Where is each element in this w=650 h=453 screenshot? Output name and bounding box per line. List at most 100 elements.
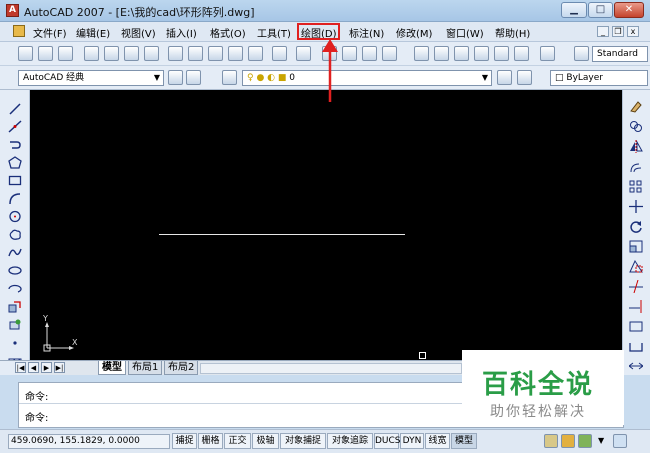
zoom-window-icon[interactable] bbox=[362, 46, 377, 61]
annotation-scale-icon[interactable] bbox=[544, 434, 558, 448]
spline-icon[interactable] bbox=[8, 246, 22, 259]
copy-object-icon[interactable] bbox=[629, 120, 643, 133]
menu-insert[interactable]: 插入(I) bbox=[166, 25, 197, 40]
doc-restore-button[interactable]: ❐ bbox=[612, 26, 624, 37]
stretch-icon[interactable] bbox=[629, 260, 643, 273]
break-icon[interactable] bbox=[629, 320, 643, 333]
drawing-canvas[interactable]: Y X bbox=[30, 90, 622, 360]
revision-cloud-icon[interactable] bbox=[8, 228, 22, 241]
line-tool-icon[interactable] bbox=[8, 102, 22, 115]
minimize-button[interactable]: ▁ bbox=[561, 2, 587, 18]
autocad-app-icon[interactable]: A bbox=[6, 4, 19, 17]
chamfer-icon[interactable] bbox=[629, 360, 643, 373]
make-object-layer-current-icon[interactable] bbox=[497, 70, 512, 85]
markup-icon[interactable] bbox=[494, 46, 509, 61]
tab-model[interactable]: 模型 bbox=[98, 361, 126, 375]
model-space-toggle[interactable]: 模型 bbox=[451, 433, 477, 449]
copy-icon[interactable] bbox=[188, 46, 203, 61]
properties-icon[interactable] bbox=[414, 46, 429, 61]
extend-icon[interactable] bbox=[629, 300, 643, 313]
paste-icon[interactable] bbox=[208, 46, 223, 61]
document-menu-icon[interactable] bbox=[13, 25, 25, 37]
tab-layout2[interactable]: 布局2 bbox=[164, 361, 199, 375]
rectangle-icon[interactable] bbox=[8, 174, 22, 187]
polygon-icon[interactable] bbox=[8, 156, 22, 169]
layer-previous-icon[interactable] bbox=[517, 70, 532, 85]
redo-icon[interactable] bbox=[296, 46, 311, 61]
communication-center-icon[interactable] bbox=[578, 434, 592, 448]
close-button[interactable]: ✕ bbox=[614, 2, 644, 18]
plot-icon[interactable] bbox=[84, 46, 99, 61]
tool-palettes-icon[interactable] bbox=[454, 46, 469, 61]
dyn-toggle[interactable]: DYN bbox=[400, 433, 424, 449]
erase-icon[interactable] bbox=[629, 100, 643, 113]
color-control-select[interactable]: □ ByLayer bbox=[550, 70, 648, 86]
layer-properties-icon[interactable] bbox=[222, 70, 237, 85]
ellipse-arc-icon[interactable] bbox=[8, 282, 22, 295]
horizontal-scrollbar[interactable] bbox=[200, 363, 462, 374]
cut-icon[interactable] bbox=[168, 46, 183, 61]
publish-icon[interactable] bbox=[124, 46, 139, 61]
workspace-settings-icon[interactable] bbox=[168, 70, 183, 85]
insert-block-icon[interactable] bbox=[8, 300, 22, 313]
doc-close-button[interactable]: x bbox=[627, 26, 639, 37]
design-center-icon[interactable] bbox=[434, 46, 449, 61]
first-tab-button[interactable]: |◀ bbox=[15, 362, 26, 373]
ducs-toggle[interactable]: DUCS bbox=[374, 433, 401, 449]
menu-file[interactable]: 文件(F) bbox=[33, 25, 67, 40]
doc-minimize-button[interactable]: _ bbox=[597, 26, 609, 37]
plot-preview-icon[interactable] bbox=[104, 46, 119, 61]
polar-toggle[interactable]: 极轴 bbox=[252, 433, 279, 449]
zoom-previous-icon[interactable] bbox=[382, 46, 397, 61]
text-style-select[interactable]: Standard bbox=[592, 46, 648, 62]
tab-layout1[interactable]: 布局1 bbox=[128, 361, 163, 375]
menu-view[interactable]: 视图(V) bbox=[121, 25, 156, 40]
text-style-icon[interactable] bbox=[574, 46, 589, 61]
menu-tools[interactable]: 工具(T) bbox=[257, 25, 291, 40]
save-icon[interactable] bbox=[58, 46, 73, 61]
join-icon[interactable] bbox=[629, 340, 643, 353]
scale-icon[interactable] bbox=[629, 240, 643, 253]
osnap-toggle[interactable]: 对象捕捉 bbox=[280, 433, 326, 449]
make-block-icon[interactable] bbox=[8, 318, 22, 331]
3d-dwf-icon[interactable] bbox=[144, 46, 159, 61]
menu-window[interactable]: 窗口(W) bbox=[446, 25, 484, 40]
drawn-line-entity[interactable] bbox=[159, 234, 405, 235]
circle-icon[interactable] bbox=[8, 210, 22, 223]
maximize-button[interactable]: □ bbox=[588, 2, 613, 18]
save-workspace-icon[interactable] bbox=[186, 70, 201, 85]
point-icon[interactable] bbox=[8, 336, 22, 349]
lineweight-toggle[interactable]: 线宽 bbox=[425, 433, 450, 449]
previous-tab-button[interactable]: ◀ bbox=[28, 362, 39, 373]
workspace-select[interactable]: AutoCAD 经典 ▼ bbox=[18, 70, 164, 86]
polyline-icon[interactable] bbox=[8, 138, 22, 151]
open-file-icon[interactable] bbox=[38, 46, 53, 61]
menu-modify[interactable]: 修改(M) bbox=[396, 25, 432, 40]
match-properties-icon[interactable] bbox=[228, 46, 243, 61]
otrack-toggle[interactable]: 对象追踪 bbox=[327, 433, 373, 449]
next-tab-button[interactable]: ▶ bbox=[41, 362, 52, 373]
ortho-toggle[interactable]: 正交 bbox=[224, 433, 251, 449]
zoom-realtime-icon[interactable] bbox=[342, 46, 357, 61]
array-icon[interactable] bbox=[629, 180, 643, 193]
last-tab-button[interactable]: ▶| bbox=[54, 362, 65, 373]
trim-icon[interactable] bbox=[629, 280, 643, 293]
offset-icon[interactable] bbox=[629, 160, 643, 173]
command-input-line[interactable]: 命令: bbox=[25, 409, 48, 424]
mirror-icon[interactable] bbox=[629, 140, 643, 153]
rotate-icon[interactable] bbox=[629, 220, 643, 233]
lock-icon[interactable] bbox=[561, 434, 575, 448]
block-editor-icon[interactable] bbox=[248, 46, 263, 61]
ellipse-icon[interactable] bbox=[8, 264, 22, 277]
chevron-down-icon[interactable]: ▼ bbox=[598, 436, 604, 445]
calculator-icon[interactable] bbox=[514, 46, 529, 61]
snap-toggle[interactable]: 捕捉 bbox=[172, 433, 197, 449]
menu-help[interactable]: 帮助(H) bbox=[495, 25, 530, 40]
sheet-set-icon[interactable] bbox=[474, 46, 489, 61]
grid-toggle[interactable]: 栅格 bbox=[198, 433, 223, 449]
menu-dimension[interactable]: 标注(N) bbox=[349, 25, 384, 40]
menu-edit[interactable]: 编辑(E) bbox=[76, 25, 110, 40]
help-icon[interactable] bbox=[540, 46, 555, 61]
undo-icon[interactable] bbox=[272, 46, 287, 61]
layer-select[interactable]: ♀ ● ◐ ■ 0 ▼ bbox=[242, 70, 492, 86]
